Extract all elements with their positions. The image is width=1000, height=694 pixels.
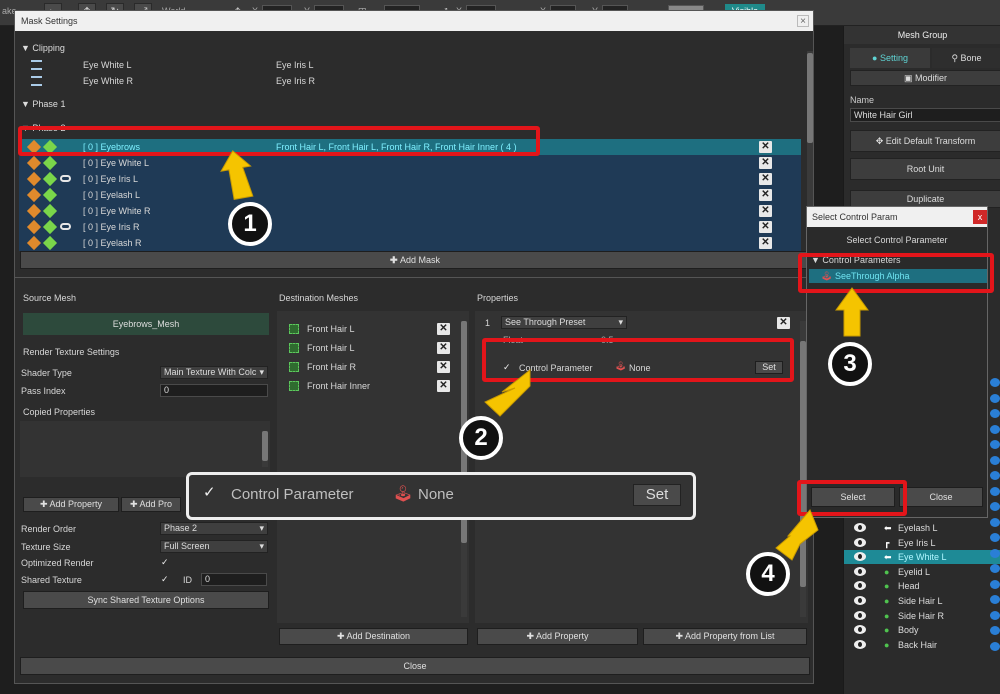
arrow-3-icon	[835, 287, 869, 337]
arrow-4-icon	[775, 509, 819, 561]
callout-4: 4	[746, 552, 790, 596]
arrow-2-icon	[484, 368, 531, 417]
callout-2: 2	[459, 416, 503, 460]
callout-3: 3	[828, 342, 872, 386]
arrow-1-icon	[220, 150, 254, 200]
callout-1: 1	[228, 202, 272, 246]
